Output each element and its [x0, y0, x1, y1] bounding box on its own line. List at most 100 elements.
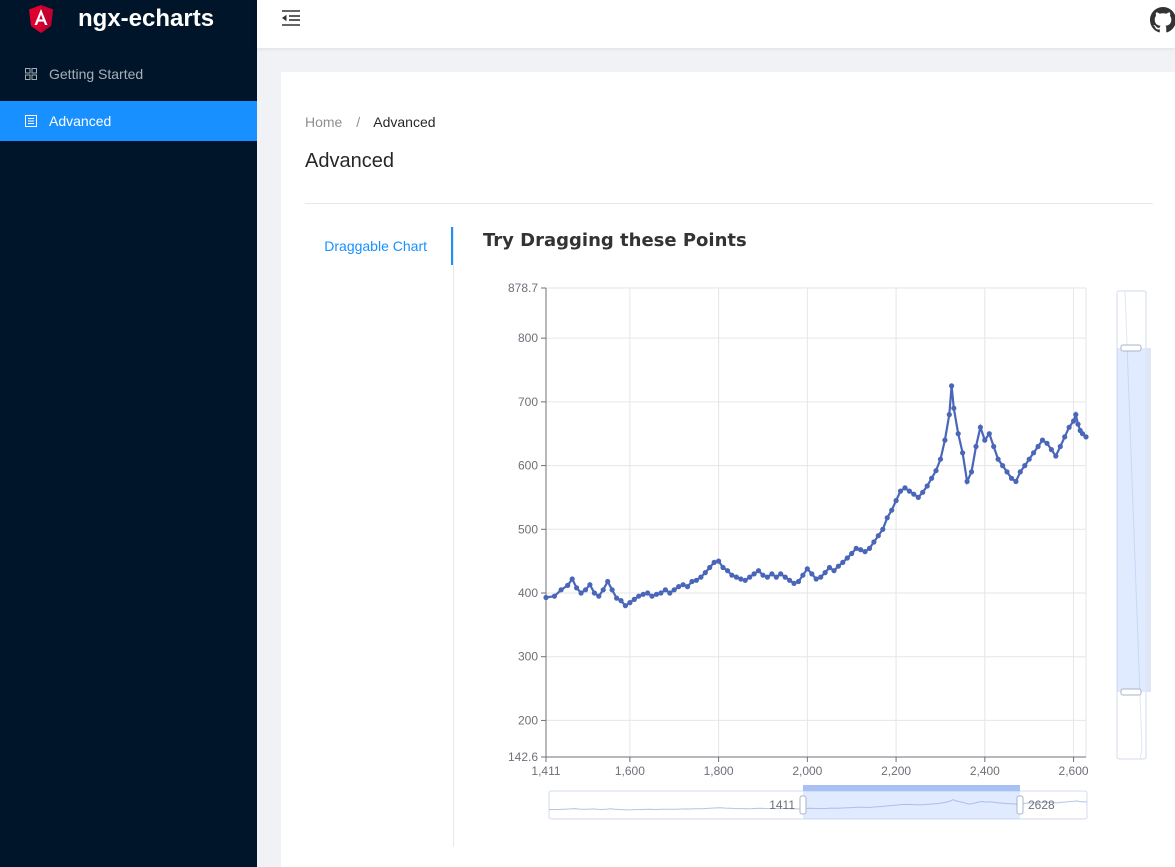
data-point[interactable]	[747, 574, 753, 580]
data-point[interactable]	[578, 590, 584, 596]
data-point[interactable]	[738, 576, 744, 582]
x-datazoom-move-handle[interactable]	[803, 785, 1020, 791]
data-point[interactable]	[906, 488, 913, 494]
data-point[interactable]	[1048, 447, 1054, 453]
data-point[interactable]	[791, 580, 797, 586]
data-point[interactable]	[822, 570, 828, 576]
data-point[interactable]	[809, 571, 815, 577]
data-point[interactable]	[1031, 450, 1037, 456]
data-point[interactable]	[773, 574, 779, 580]
data-point[interactable]	[933, 468, 939, 474]
data-point[interactable]	[915, 494, 921, 500]
data-point[interactable]	[716, 558, 722, 564]
data-point[interactable]	[880, 526, 886, 532]
data-point[interactable]	[751, 571, 757, 577]
data-point[interactable]	[1013, 478, 1019, 485]
data-point[interactable]	[853, 545, 859, 551]
data-point[interactable]	[835, 563, 842, 569]
data-point[interactable]	[711, 559, 717, 565]
data-point[interactable]	[1004, 469, 1010, 475]
data-point[interactable]	[1057, 443, 1063, 450]
data-point[interactable]	[645, 590, 651, 596]
data-point[interactable]	[818, 574, 824, 580]
data-point[interactable]	[897, 488, 904, 494]
data-point[interactable]	[627, 600, 633, 606]
data-point[interactable]	[596, 593, 602, 599]
data-point[interactable]	[1039, 437, 1046, 443]
x-datazoom-handle-left[interactable]	[799, 795, 807, 815]
data-point[interactable]	[804, 566, 810, 572]
data-point[interactable]	[862, 549, 868, 555]
data-point[interactable]	[977, 424, 984, 430]
data-point[interactable]	[693, 577, 699, 583]
data-point[interactable]	[942, 437, 948, 443]
x-datazoom-handle-right[interactable]	[1016, 795, 1024, 815]
data-point[interactable]	[840, 559, 846, 565]
data-point[interactable]	[787, 577, 793, 583]
data-point[interactable]	[1062, 434, 1068, 440]
data-point[interactable]	[951, 405, 957, 411]
data-point[interactable]	[946, 412, 952, 418]
data-point[interactable]	[551, 593, 557, 599]
y-datazoom-handle-bottom[interactable]	[1120, 688, 1142, 696]
sidebar-item-getting-started[interactable]: Getting Started	[0, 54, 257, 94]
data-point[interactable]	[671, 587, 677, 593]
data-point[interactable]	[782, 574, 788, 580]
app-logo[interactable]: ngx-echarts	[0, 0, 257, 40]
data-point[interactable]	[689, 578, 695, 585]
y-datazoom-move-handle[interactable]	[1145, 348, 1151, 692]
data-point[interactable]	[649, 593, 655, 599]
data-point[interactable]	[618, 598, 624, 604]
data-point[interactable]	[724, 568, 731, 574]
data-point[interactable]	[605, 578, 611, 585]
data-point[interactable]	[1008, 475, 1015, 481]
data-point[interactable]	[949, 383, 955, 389]
data-point[interactable]	[1035, 443, 1041, 450]
data-point[interactable]	[582, 587, 589, 593]
data-point[interactable]	[640, 591, 646, 597]
data-point[interactable]	[955, 431, 961, 437]
data-point[interactable]	[844, 555, 850, 561]
menu-fold-icon[interactable]	[281, 9, 301, 27]
data-point[interactable]	[920, 489, 926, 495]
data-point[interactable]	[968, 469, 975, 475]
data-point[interactable]	[729, 572, 735, 578]
data-point[interactable]	[982, 437, 988, 443]
data-point[interactable]	[636, 593, 642, 599]
data-point[interactable]	[631, 596, 637, 603]
data-point[interactable]	[600, 587, 606, 593]
github-icon[interactable]	[1150, 7, 1175, 33]
data-point[interactable]	[565, 582, 571, 588]
data-point[interactable]	[800, 572, 806, 578]
data-point[interactable]	[1017, 469, 1023, 475]
data-point[interactable]	[1044, 440, 1050, 446]
data-point[interactable]	[622, 603, 628, 609]
data-point[interactable]	[960, 450, 966, 456]
data-point[interactable]	[871, 539, 877, 545]
data-point[interactable]	[720, 564, 726, 571]
data-point[interactable]	[893, 498, 899, 504]
data-point[interactable]	[889, 507, 895, 513]
data-point[interactable]	[795, 578, 802, 585]
data-point[interactable]	[778, 571, 784, 577]
data-point[interactable]	[684, 584, 691, 590]
data-point[interactable]	[1026, 456, 1032, 462]
data-point[interactable]	[813, 576, 819, 582]
data-point[interactable]	[1083, 434, 1089, 440]
data-point[interactable]	[543, 594, 549, 601]
data-point[interactable]	[866, 545, 873, 551]
data-point[interactable]	[609, 587, 615, 593]
data-point[interactable]	[902, 485, 908, 491]
sidebar-item-advanced[interactable]: Advanced	[0, 101, 257, 141]
data-point[interactable]	[1066, 424, 1072, 430]
data-point[interactable]	[755, 568, 762, 574]
data-point[interactable]	[849, 550, 855, 557]
data-point[interactable]	[1022, 463, 1028, 469]
data-point[interactable]	[929, 475, 935, 481]
data-point[interactable]	[884, 515, 890, 521]
data-point[interactable]	[742, 577, 748, 583]
data-point[interactable]	[911, 491, 917, 497]
data-point[interactable]	[995, 456, 1001, 462]
data-point[interactable]	[574, 585, 580, 591]
data-point[interactable]	[1071, 418, 1077, 424]
